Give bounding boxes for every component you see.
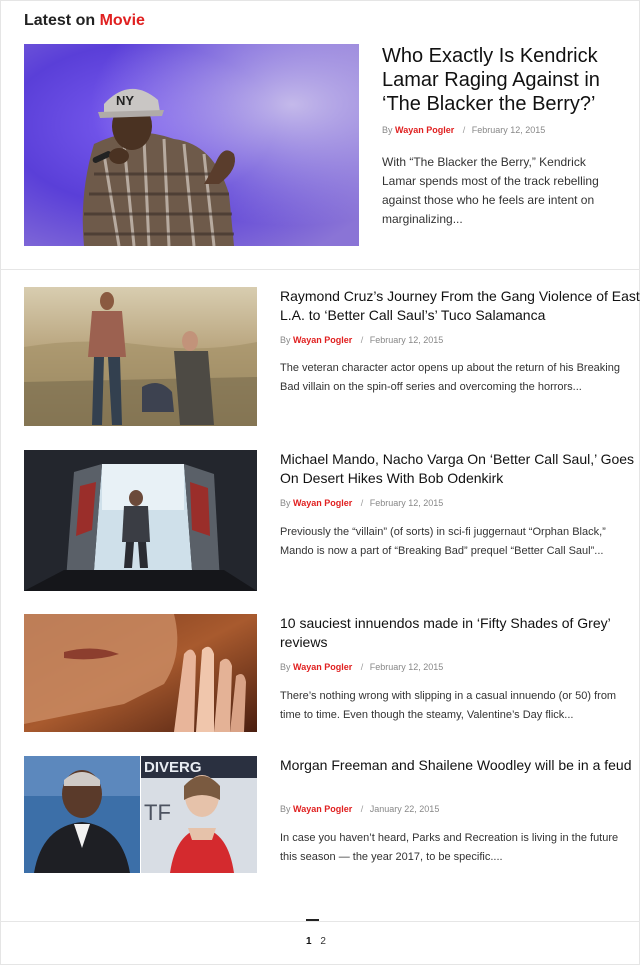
byline-prefix: By [280,662,291,672]
pagination-divider [0,921,640,922]
article-excerpt: In case you haven’t heard, Parks and Rec… [280,832,619,863]
author-link[interactable]: Wayan Pogler [293,335,352,345]
featured-excerpt: With “The Blacker the Berry,” Kendrick L… [382,155,599,226]
article-title-link[interactable]: Raymond Cruz’s Journey From the Gang Vio… [280,287,640,325]
article-title-link[interactable]: Michael Mando, Nacho Varga On ‘Better Ca… [280,450,640,488]
article-thumbnail[interactable]: DIVERG TF [24,756,257,873]
meta-separator: / [360,335,364,345]
meta-separator: / [462,125,466,135]
article-thumbnail[interactable] [24,450,257,591]
section-heading: Latest on Movie [24,12,145,30]
byline-prefix: By [382,125,393,135]
cap-logo-text: NY [116,93,134,108]
featured-image[interactable]: NY [24,44,359,246]
article-meta: By Wayan Pogler / February 12, 2015 [280,662,443,672]
byline-prefix: By [280,804,291,814]
page-current: 1 [306,936,312,947]
article-thumbnail[interactable] [24,287,257,426]
author-link[interactable]: Wayan Pogler [395,125,454,135]
post-date: February 12, 2015 [471,125,546,135]
article-meta: By Wayan Pogler / January 22, 2015 [280,804,439,814]
section-divider [0,269,640,270]
post-date: February 12, 2015 [369,335,444,345]
thumbnail-photo-desert [24,287,257,426]
pagination-active-indicator [306,919,319,921]
section-heading-prefix: Latest on [24,12,100,29]
meta-separator: / [360,804,364,814]
article-excerpt: Previously the “villain” (of sorts) in s… [280,526,606,557]
post-date: January 22, 2015 [369,804,440,814]
backdrop-logo: TF [144,800,171,825]
byline-prefix: By [280,498,291,508]
post-date: February 12, 2015 [369,498,444,508]
article-item: Michael Mando, Nacho Varga On ‘Better Ca… [24,450,634,592]
meta-separator: / [360,498,364,508]
thumbnail-photo-two-portraits: DIVERG TF [24,756,257,873]
byline-prefix: By [280,335,291,345]
featured-meta: By Wayan Pogler / February 12, 2015 [382,125,545,135]
author-link[interactable]: Wayan Pogler [293,804,352,814]
featured-photo-concert: NY [24,44,359,246]
article-item: Raymond Cruz’s Journey From the Gang Vio… [24,287,640,427]
article-item: DIVERG TF Morgan Freeman and Shailene Wo… [24,756,632,873]
article-meta: By Wayan Pogler / February 12, 2015 [280,498,443,508]
post-date: February 12, 2015 [369,662,444,672]
backdrop-text: DIVERG [144,759,202,776]
article-excerpt: The veteran character actor opens up abo… [280,362,620,393]
page-link-2[interactable]: 2 [320,936,326,947]
featured-title-link[interactable]: Who Exactly Is Kendrick Lamar Raging Aga… [382,44,622,116]
author-link[interactable]: Wayan Pogler [293,662,352,672]
thumbnail-photo-van-interior [24,450,257,591]
thumbnail-photo-close-up [24,614,257,732]
author-link[interactable]: Wayan Pogler [293,498,352,508]
meta-separator: / [360,662,364,672]
section-category-link[interactable]: Movie [100,12,145,29]
article-title-link[interactable]: Morgan Freeman and Shailene Woodley will… [280,756,640,775]
article-title-link[interactable]: 10 sauciest innuendos made in ‘Fifty Sha… [280,614,640,652]
article-meta: By Wayan Pogler / February 12, 2015 [280,335,443,345]
article-item: 10 sauciest innuendos made in ‘Fifty Sha… [24,614,624,732]
article-excerpt: There’s nothing wrong with slipping in a… [280,690,617,721]
pagination: 1 2 [306,936,332,947]
article-thumbnail[interactable] [24,614,257,732]
